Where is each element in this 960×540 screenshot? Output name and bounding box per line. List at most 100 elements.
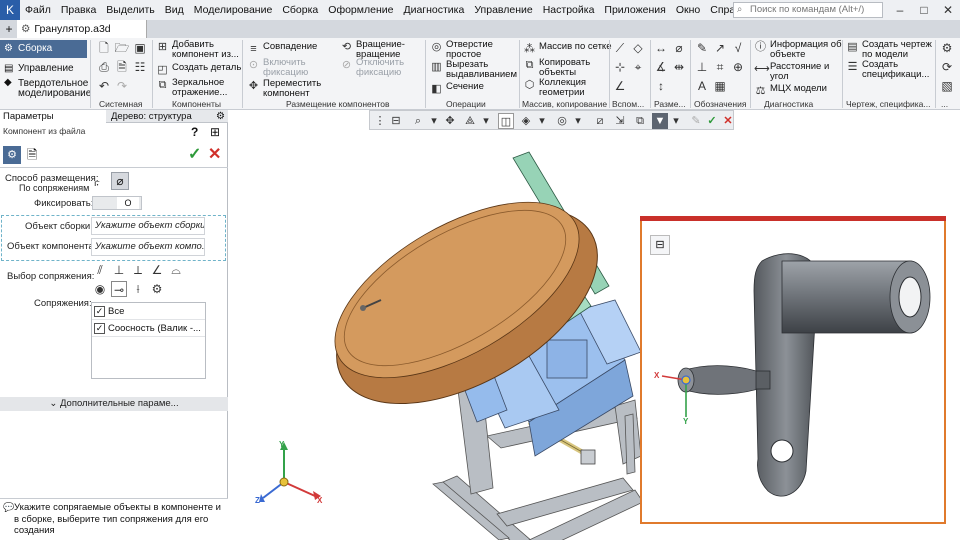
menu-assembly[interactable]: Сборка: [277, 0, 323, 20]
dim-radial-icon[interactable]: ⌀: [671, 40, 687, 56]
mode-solid-modeling[interactable]: ◆ Твердотельное моделирование: [0, 78, 91, 100]
create-part-button[interactable]: ◰ Создать деталь: [156, 63, 241, 77]
mode-management[interactable]: ▤ Управление: [0, 60, 87, 78]
mode-assembly[interactable]: ⚙ Сборка: [0, 40, 87, 58]
roughness-icon[interactable]: √: [730, 40, 746, 56]
maximize-icon[interactable]: □: [912, 0, 936, 20]
mate-gear-icon[interactable]: ⚙: [149, 281, 165, 297]
assembly-object-field[interactable]: Укажите объект сборки: [91, 217, 205, 235]
create-spec-button[interactable]: ☰ Создать спецификаци...: [846, 60, 934, 80]
checkbox[interactable]: ✓: [94, 305, 105, 317]
extra-icon[interactable]: ▧: [939, 78, 955, 94]
copy-objects-button[interactable]: ⧉ Копировать объекты: [523, 58, 607, 78]
dim-auto-icon[interactable]: ⇹: [671, 59, 687, 75]
model-viewport[interactable]: ⋮ ⊟ ⌕ ▾ ✥ ⟁ ▾ ◫ ◈ ▾ ◎ ▾ ⧄ ⇲ ⧉ ▼ ▾ ✎ ✓ ✕: [229, 110, 960, 540]
pin-panel-icon[interactable]: ⊞: [210, 125, 220, 139]
document-tab[interactable]: ⚙ Гранулятор.a3d: [17, 20, 147, 38]
geometry-collection-button[interactable]: ⬡ Коллекция геометрии: [523, 78, 607, 98]
simple-hole-button[interactable]: ◎ Отверстие простое: [430, 40, 518, 60]
aux-plane-icon[interactable]: ◇: [630, 40, 646, 56]
list-item[interactable]: ✓ Соосность (Валик -...: [92, 320, 205, 337]
add-component-button[interactable]: ⊞ Добавить компонент из...: [156, 40, 240, 60]
menu-diagnostics[interactable]: Диагностика: [398, 0, 469, 20]
aux-point-icon[interactable]: ⊹: [612, 59, 628, 75]
distance-angle-button[interactable]: ⟷ Расстояние и угол: [754, 62, 842, 82]
tolerance-icon[interactable]: ⌗: [712, 59, 728, 75]
disable-fix-button[interactable]: ⊘ Отключить фиксацию: [340, 58, 420, 78]
ribbon-separator: [609, 40, 610, 108]
menu-file[interactable]: Файл: [20, 0, 56, 20]
menu-view[interactable]: Вид: [160, 0, 189, 20]
open-file-icon[interactable]: 🗎: [27, 146, 37, 168]
minimize-icon[interactable]: –: [888, 0, 912, 20]
menu-formatting[interactable]: Оформление: [323, 0, 398, 20]
library-icon[interactable]: ⟳: [939, 59, 955, 75]
checkbox[interactable]: ✓: [94, 322, 105, 334]
extrude-cut-button[interactable]: ▥ Вырезать выдавливанием: [430, 60, 518, 80]
mark-icon[interactable]: ✎: [694, 40, 710, 56]
cancel-icon[interactable]: ✕: [208, 144, 221, 164]
more-params-expander[interactable]: ⌄ Дополнительные параме...: [0, 397, 228, 411]
panel-settings-icon[interactable]: ⚙: [216, 110, 225, 123]
placement-free-icon[interactable]: ⟔: [94, 174, 100, 190]
fix-toggle[interactable]: O: [92, 196, 142, 210]
section-button[interactable]: ◧ Сечение: [430, 82, 484, 96]
create-drawing-button[interactable]: ▤ Создать чертеж по модели: [846, 40, 934, 60]
position-icon[interactable]: ⊕: [730, 59, 746, 75]
document-icon[interactable]: 🗎: [114, 59, 130, 75]
print-icon[interactable]: ⎙: [96, 59, 112, 75]
menu-management[interactable]: Управление: [469, 0, 537, 20]
mate-perpendicular-icon[interactable]: ⊥: [111, 262, 127, 278]
component-object-field[interactable]: Укажите объект компо...: [91, 238, 205, 256]
menu-settings[interactable]: Настройка: [538, 0, 600, 20]
dim-height-icon[interactable]: ↕: [653, 78, 669, 94]
ok-icon[interactable]: ✓: [188, 144, 201, 164]
aux-axis-icon[interactable]: ⟋: [612, 40, 628, 56]
mate-angle-icon[interactable]: ∠: [149, 262, 165, 278]
table-icon[interactable]: ▦: [712, 78, 728, 94]
component-preview-window[interactable]: ⊟ X Y: [640, 216, 946, 524]
mate-distance-icon[interactable]: ⟂: [130, 262, 146, 278]
help-icon[interactable]: ?: [191, 125, 198, 139]
text-icon[interactable]: A: [694, 78, 710, 94]
aux-cs-icon[interactable]: ⌖: [630, 59, 646, 75]
mate-symmetry-icon[interactable]: ⟊: [130, 281, 146, 297]
menu-apps[interactable]: Приложения: [599, 0, 670, 20]
close-icon[interactable]: ✕: [936, 0, 960, 20]
mate-concentric-icon[interactable]: ◉: [92, 281, 108, 297]
redo-icon[interactable]: ↷: [114, 78, 130, 94]
undo-icon[interactable]: ↶: [96, 78, 112, 94]
mirror-component-button[interactable]: ⧉ Зеркальное отражение...: [156, 78, 240, 98]
more-tools-icon[interactable]: ⚙: [939, 40, 955, 56]
menu-window[interactable]: Окно: [671, 0, 705, 20]
component-file-icon[interactable]: ⚙: [3, 146, 21, 164]
mate-coaxial-icon[interactable]: ⊸: [111, 281, 127, 297]
mate-parallel-icon[interactable]: ⫽: [92, 262, 108, 278]
open-folder-icon[interactable]: 🗁: [114, 40, 130, 56]
leader-icon[interactable]: ↗: [712, 40, 728, 56]
menu-select[interactable]: Выделить: [101, 0, 159, 20]
mcx-model-button[interactable]: ⚖ МЦХ модели: [754, 84, 827, 98]
tab-parameters[interactable]: Параметры: [0, 110, 106, 123]
command-search-input[interactable]: ⌕ Поиск по командам (Alt+/): [733, 2, 883, 18]
tab-tree-structure[interactable]: Дерево: структура: [108, 110, 212, 123]
mate-tangent-icon[interactable]: ⌓: [168, 262, 184, 278]
list-item[interactable]: ✓ Все: [92, 303, 205, 320]
panel-title: Компонент из файла: [3, 126, 86, 136]
dim-angle-icon[interactable]: ∡: [653, 59, 669, 75]
dim-linear-icon[interactable]: ↔: [653, 40, 669, 56]
new-tab-icon[interactable]: +: [2, 21, 16, 37]
move-component-button[interactable]: ✥ Переместить компонент: [247, 79, 327, 99]
aux-line-icon[interactable]: ∠: [612, 78, 628, 94]
grid-array-button[interactable]: ⁂ Массив по сетке: [523, 42, 611, 56]
object-info-button[interactable]: ⓘ Информация об объекте: [754, 40, 842, 60]
menu-modeling[interactable]: Моделирование: [189, 0, 278, 20]
placement-mates-icon[interactable]: ⌀: [111, 172, 129, 190]
menu-edit[interactable]: Правка: [56, 0, 101, 20]
new-doc-icon[interactable]: 🗋: [96, 40, 112, 56]
base-icon[interactable]: ⊥: [694, 59, 710, 75]
enable-fix-button[interactable]: ⊙ Включить фиксацию: [247, 58, 327, 78]
coincide-button[interactable]: ≡ Совпадение: [247, 42, 317, 56]
properties-icon[interactable]: ☷: [132, 59, 148, 75]
save-icon[interactable]: ▣: [132, 40, 148, 56]
